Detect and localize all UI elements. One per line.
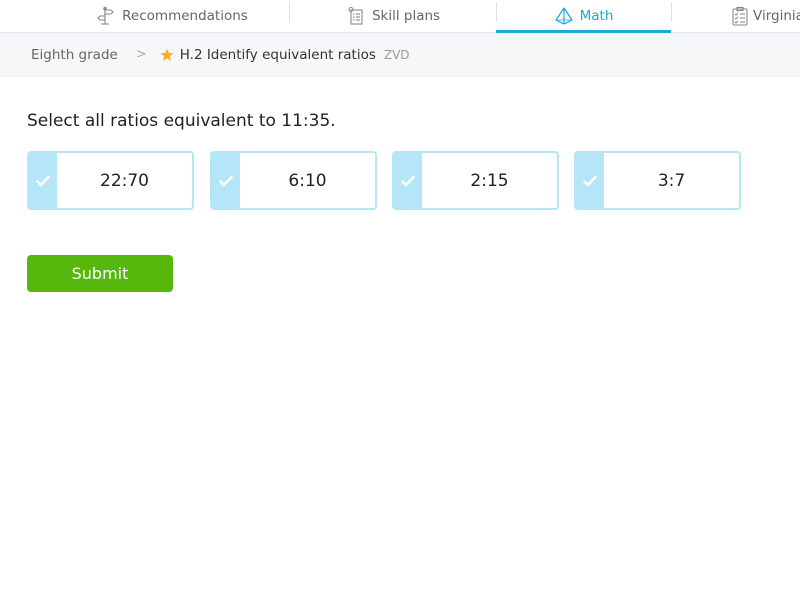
tab-math[interactable]: Math	[496, 0, 671, 33]
answer-choice[interactable]: 6:10	[210, 151, 377, 210]
tab-recommendations[interactable]: Recommendations	[62, 0, 282, 32]
choice-checkbox[interactable]	[212, 153, 240, 208]
choice-label: 3:7	[657, 170, 686, 191]
choice-checkbox[interactable]	[576, 153, 604, 208]
pyramid-icon	[555, 7, 573, 25]
checklist-icon	[732, 6, 748, 26]
skill-code: ZVD	[383, 47, 410, 62]
tab-label: Skill plans	[371, 8, 441, 24]
question-prompt: Select all ratios equivalent to 11:35.	[27, 111, 336, 131]
answer-choice[interactable]: 3:7	[574, 151, 741, 210]
breadcrumb: Eighth grade > H.2 Identify equivalent r…	[0, 33, 800, 77]
top-navigation: Recommendations Skill plans Math Virgini…	[0, 0, 800, 33]
answer-choice[interactable]: 2:15	[392, 151, 559, 210]
check-icon	[583, 175, 597, 186]
clipboard-list-icon	[348, 6, 363, 25]
check-icon	[219, 175, 233, 186]
breadcrumb-skill-title: H.2 Identify equivalent ratios	[179, 46, 376, 63]
breadcrumb-grade-link[interactable]: Eighth grade	[31, 47, 118, 63]
check-icon	[36, 175, 50, 186]
choice-label: 6:10	[288, 170, 327, 191]
choice-label: 2:15	[470, 170, 509, 191]
star-icon	[160, 48, 174, 61]
choice-checkbox[interactable]	[394, 153, 422, 208]
choice-checkbox[interactable]	[29, 153, 57, 208]
tab-skill-plans[interactable]: Skill plans	[290, 0, 496, 32]
tab-label: Math	[579, 8, 614, 24]
choice-label: 22:70	[100, 170, 149, 191]
tab-label: Virginia	[753, 8, 800, 24]
check-icon	[401, 175, 415, 186]
tab-label: Recommendations	[122, 8, 248, 24]
tab-virginia[interactable]: Virginia	[672, 0, 800, 32]
submit-button[interactable]: Submit	[27, 255, 173, 292]
signpost-icon	[97, 6, 114, 25]
chevron-right-icon: >	[135, 47, 147, 62]
answer-choice[interactable]: 22:70	[27, 151, 194, 210]
